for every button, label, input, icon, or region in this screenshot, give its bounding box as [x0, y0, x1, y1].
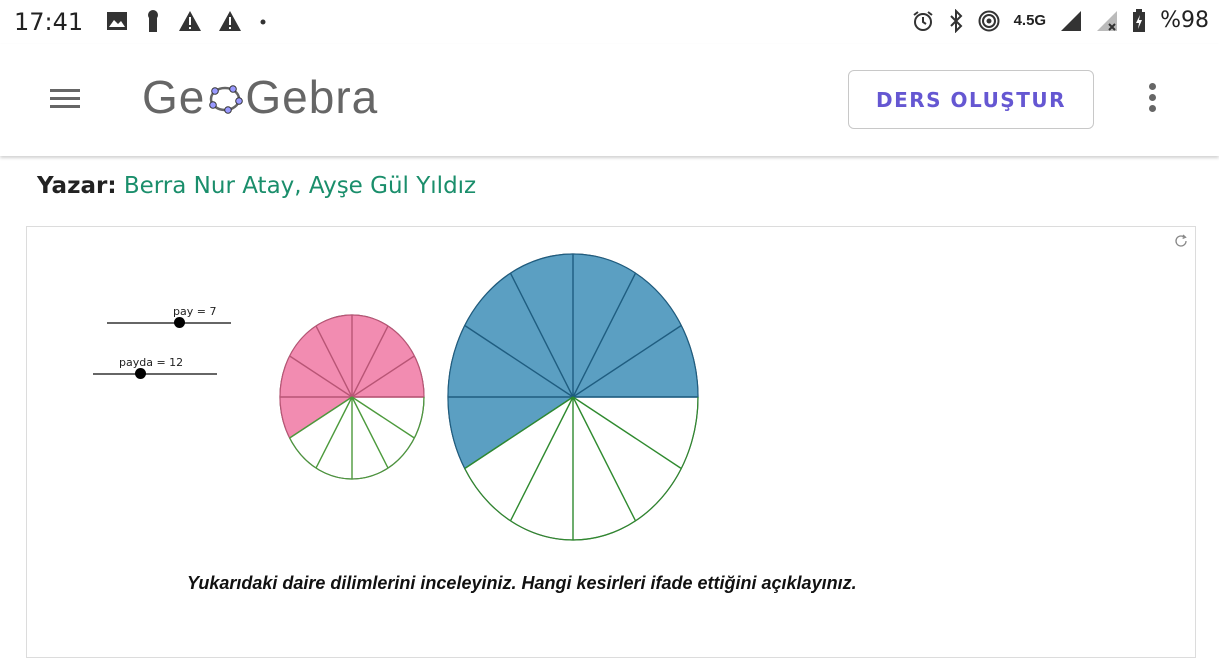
- image-icon: [107, 12, 127, 30]
- author-separator: ,: [294, 173, 302, 199]
- small-fraction-circle: [279, 314, 425, 480]
- status-bar: 17:41 4.5G %98: [0, 0, 1219, 44]
- alarm-icon: [912, 10, 933, 31]
- menu-button[interactable]: [50, 84, 86, 114]
- logo-text-prefix: Ge: [142, 71, 206, 123]
- warning-icon: [219, 11, 241, 31]
- geogebra-applet[interactable]: pay = 7 payda = 12 Yukarıdaki daire dili…: [26, 226, 1196, 658]
- instruction-caption: Yukarıdaki daire dilimlerini inceleyiniz…: [187, 573, 857, 593]
- author-link-2[interactable]: Ayşe Gül Yıldız: [309, 173, 476, 199]
- author-label: Yazar:: [37, 173, 117, 199]
- create-lesson-button[interactable]: DERS OLUŞTUR: [848, 70, 1094, 129]
- geogebra-logo[interactable]: Ge Gebra: [142, 70, 378, 124]
- hotspot-icon: [978, 10, 1000, 31]
- large-fraction-circle: [447, 253, 699, 541]
- author-link-1[interactable]: Berra Nur Atay: [124, 173, 294, 199]
- more-options-button[interactable]: [1144, 80, 1160, 120]
- app-bar: Ge Gebra DERS OLUŞTUR: [0, 44, 1219, 156]
- author-line: Yazar: Berra Nur Atay, Ayşe Gül Yıldız: [37, 173, 476, 199]
- system-icons: 4.5G %98: [912, 8, 1209, 33]
- keyhole-icon: [148, 10, 158, 32]
- status-time: 17:41: [14, 8, 84, 36]
- battery-charging-icon: [1133, 8, 1146, 32]
- battery-percent: %98: [1160, 8, 1209, 33]
- notification-icons: [106, 9, 268, 33]
- bluetooth-icon: [949, 8, 962, 33]
- logo-text-suffix: Gebra: [245, 71, 379, 123]
- dot-icon: [260, 19, 266, 25]
- signal-no-sim-icon: [1097, 10, 1118, 31]
- hamburger-icon: [50, 89, 80, 92]
- signal-icon: [1061, 10, 1082, 31]
- warning-icon: [179, 11, 201, 31]
- more-vert-icon: [1148, 83, 1156, 90]
- network-type: 4.5G: [1013, 12, 1047, 29]
- geogebra-logo-icon: [209, 85, 244, 114]
